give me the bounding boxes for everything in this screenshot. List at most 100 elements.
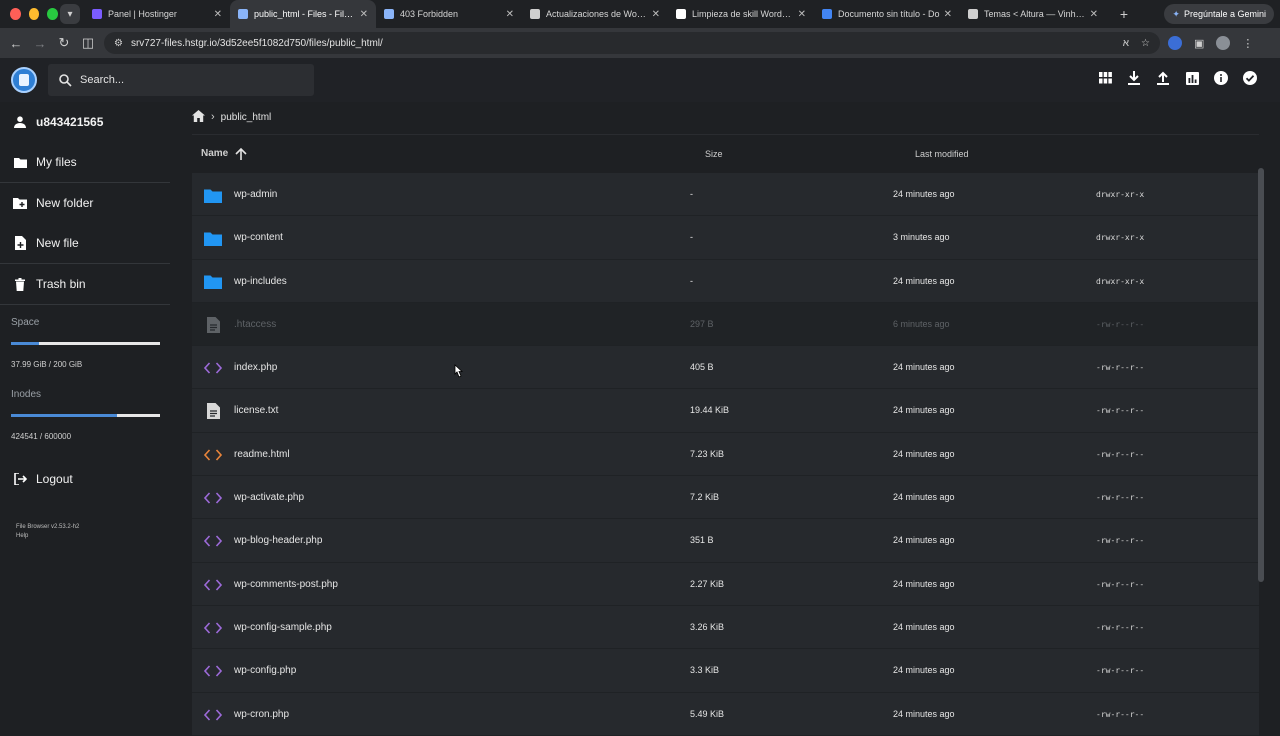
filebrowser-logo[interactable] [11,67,37,93]
breadcrumb-current[interactable]: public_html [221,112,272,123]
file-size: 5.49 KiB [690,708,725,719]
download-icon[interactable] [1126,70,1142,86]
sidebar-item-new-file[interactable]: New file [0,223,172,263]
upload-icon[interactable] [1155,70,1171,86]
space-value: 37.99 GiB / 200 GiB [11,360,83,369]
file-row[interactable]: readme.html 7.23 KiB 24 minutes ago -rw-r--… [192,432,1259,477]
file-row[interactable]: wp-blog-header.php 351 B 24 minutes ago -rw… [192,519,1259,563]
file-permissions: -rw-r--r-- [1096,406,1145,416]
browser-tab[interactable]: Documento sin título - Do ✕ [814,0,960,28]
tab-search-button[interactable]: ▾ [60,4,80,24]
browser-tab[interactable]: Panel | Hostinger ✕ [84,0,230,28]
code-file-icon [204,576,222,594]
file-permissions: -rw-r--r-- [1096,319,1145,329]
version-link[interactable]: File Browser v2.53.2-h2 [16,523,172,532]
file-name: wp-blog-header.php [234,535,323,547]
file-row[interactable]: license.txt 19.44 KiB 24 minutes ago -rw-r-… [192,389,1259,433]
back-icon[interactable]: ← [4,36,28,51]
info-icon[interactable] [1213,70,1229,86]
file-name: wp-activate.php [234,492,305,504]
sidebar-item-new-folder[interactable]: New folder [0,183,172,223]
file-name: readme.html [234,448,290,460]
file-name: wp-comments-post.php [234,578,338,590]
column-name-sort[interactable]: Name [201,147,248,161]
file-row[interactable]: wp-config.php 3.3 KiB 24 minutes ago -rw-r-… [192,649,1259,693]
tab-favicon [676,9,686,19]
file-name: wp-config.php [234,665,297,677]
address-bar[interactable]: ⚙ srv727-files.hstgr.io/3d52ee5f1082d750… [104,32,1160,54]
maximize-window-button[interactable] [47,8,59,20]
browser-menu-icon[interactable]: ⋮ [1242,37,1253,50]
inodes-meter-fill [11,414,117,417]
select-check-icon[interactable] [1242,70,1258,86]
file-row[interactable]: wp-config-sample.php 3.26 KiB 24 minutes a… [192,605,1259,650]
search-input[interactable] [80,74,300,86]
home-icon[interactable] [192,109,205,125]
browser-tab[interactable]: Limpieza de skill WordPres ✕ [668,0,814,28]
tab-title: 403 Forbidden [400,9,459,19]
sidebar-item-my-files[interactable]: My files [0,142,172,182]
close-window-button[interactable] [10,8,21,20]
help-link[interactable]: Help [16,532,172,541]
column-modified-sort[interactable]: Last modified [915,149,969,159]
extensions-puzzle-icon[interactable]: ▣ [1194,37,1204,50]
browser-tab[interactable]: public_html - Files - File B ✕ [230,0,376,28]
forward-icon[interactable]: → [28,36,52,51]
tab-close-icon[interactable]: ✕ [944,9,952,20]
tab-close-icon[interactable]: ✕ [506,9,514,20]
browser-tab[interactable]: 403 Forbidden ✕ [376,0,522,28]
file-row[interactable]: wp-admin - 24 minutes ago drwxr-xr-x [192,173,1259,217]
file-size: - [690,189,693,199]
sidebar-new-folder-label: New folder [36,196,94,210]
file-row[interactable]: wp-comments-post.php 2.27 KiB 24 minutes a… [192,562,1259,606]
code-file-icon [204,619,222,637]
search-box[interactable] [48,64,314,96]
usage-chart-icon[interactable] [1184,70,1200,86]
tab-close-icon[interactable]: ✕ [652,9,660,20]
browser-tab[interactable]: Temas < Altura — Vinhos d ✕ [960,0,1106,28]
sidebar-item-user[interactable]: u843421565 [0,102,172,142]
minimize-window-button[interactable] [28,8,40,20]
code-file-icon [204,446,222,464]
column-header: Name Size Last modified [192,134,1259,172]
folder-icon [204,186,222,204]
mouse-cursor-icon [454,364,463,378]
file-modified: 3 minutes ago [893,232,950,243]
browser-tab[interactable]: Actualizaciones de WordPr ✕ [522,0,668,28]
tab-title: Documento sin título - Do [838,9,940,19]
extension-icon[interactable] [1168,36,1182,50]
side-panel-icon[interactable]: ◫ [76,35,100,51]
file-row[interactable]: wp-includes - 24 minutes ago drwxr-xr-x [192,259,1259,303]
translate-icon[interactable]: א [1123,38,1129,49]
tab-close-icon[interactable]: ✕ [214,9,222,20]
tab-title: Temas < Altura — Vinhos d [984,9,1086,19]
sidebar-item-trash-bin[interactable]: Trash bin [0,264,172,304]
file-modified: 24 minutes ago [893,362,955,373]
gemini-button[interactable]: ✦ Pregúntale a Gemini [1164,4,1274,24]
code-file-icon [204,662,222,680]
tab-close-icon[interactable]: ✕ [798,9,806,20]
scrollbar[interactable] [1258,168,1264,582]
tab-title: Limpieza de skill WordPres [692,9,794,19]
text-file-icon [204,316,222,334]
reload-icon[interactable]: ↻ [52,35,76,51]
grid-view-icon[interactable] [1097,70,1113,86]
file-row[interactable]: wp-cron.php 5.49 KiB 24 minutes ago -rw-r--… [192,692,1259,736]
new-tab-button[interactable]: + [1112,6,1136,22]
url-text: srv727-files.hstgr.io/3d52ee5f1082d750/f… [130,37,383,49]
file-row[interactable]: wp-activate.php 7.2 KiB 24 minutes ago -rw-… [192,476,1259,520]
bookmark-star-icon[interactable]: ☆ [1141,38,1150,49]
chevron-right-icon: › [211,111,215,123]
site-info-icon[interactable]: ⚙ [114,38,123,49]
tab-favicon [92,9,102,19]
logout-icon [12,473,28,485]
profile-avatar[interactable] [1216,36,1231,50]
sidebar-item-logout[interactable]: Logout [0,459,172,499]
file-row[interactable]: wp-content - 3 minutes ago drwxr-xr-x [192,216,1259,260]
file-row[interactable]: index.php 405 B 24 minutes ago -rw-r--r-- [192,346,1259,390]
file-row[interactable]: .htaccess 297 B 6 minutes ago -rw-r--r-- [192,302,1259,347]
column-size-sort[interactable]: Size [705,149,723,159]
tab-close-icon[interactable]: ✕ [360,9,368,20]
tab-favicon [384,9,394,19]
tab-close-icon[interactable]: ✕ [1090,9,1098,20]
